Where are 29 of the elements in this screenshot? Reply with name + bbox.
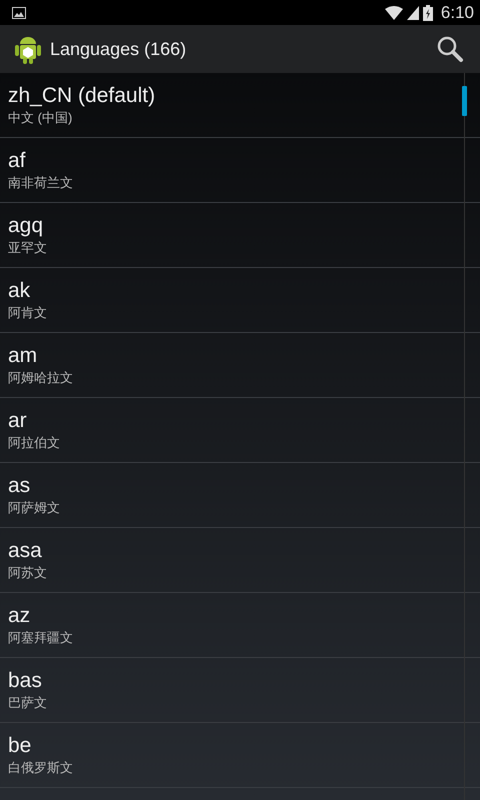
language-code: ak [8, 278, 30, 304]
language-name: 白俄罗斯文 [8, 759, 73, 777]
language-code: ar [8, 408, 27, 434]
wifi-icon [384, 6, 403, 20]
language-code: agq [8, 213, 44, 239]
battery-icon [422, 4, 433, 20]
language-name: 中文 (中国) [8, 109, 72, 127]
language-name: 南非荷兰文 [8, 174, 73, 192]
language-code: asa [8, 538, 42, 564]
language-name: 阿萨姆文 [8, 499, 60, 517]
language-code: af [8, 148, 26, 174]
language-code: as [8, 473, 30, 499]
language-name: 阿苏文 [8, 564, 47, 582]
picture-notification-icon [12, 6, 26, 18]
language-name: 阿姆哈拉文 [8, 369, 73, 387]
scrollbar-thumb [462, 86, 467, 116]
language-code: be [8, 733, 32, 759]
action-bar-title: Languages (166) [50, 38, 188, 60]
clock-time: 6:10 [440, 2, 474, 22]
language-code: zh_CN (default) [8, 83, 156, 109]
language-code: bas [8, 668, 42, 694]
language-code: am [8, 343, 38, 369]
language-name: 阿塞拜疆文 [8, 629, 73, 647]
signal-icon [406, 6, 419, 20]
language-name: 亚罕文 [8, 239, 47, 257]
language-name: 阿肯文 [8, 304, 47, 322]
language-name: 巴萨文 [8, 694, 47, 712]
language-name: 阿拉伯文 [8, 434, 60, 452]
language-code: az [8, 603, 30, 629]
